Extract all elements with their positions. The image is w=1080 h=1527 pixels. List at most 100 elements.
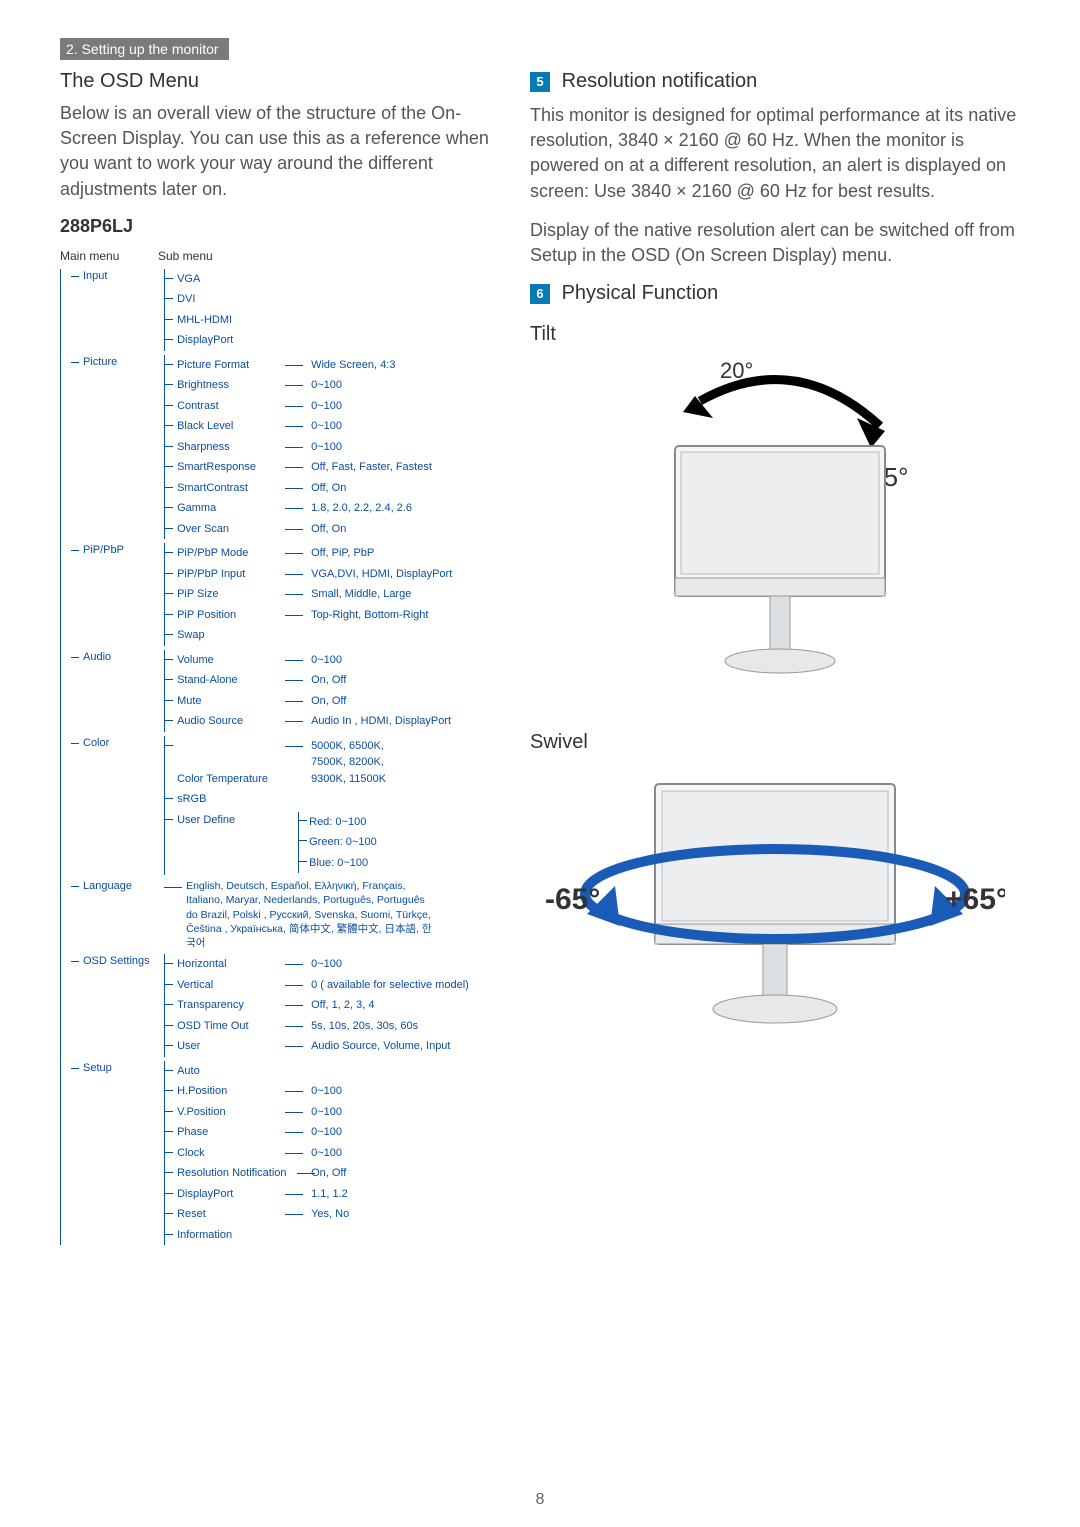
menu-osd-settings-label: OSD Settings (83, 954, 161, 967)
osd-menu-tree: Input VGA DVI MHL-HDMI DisplayPort Pictu… (60, 269, 490, 1245)
pip-size: PiP Size (177, 586, 285, 603)
black-level-val: 0~100 (285, 418, 342, 435)
swivel-figure: -65° +65° (530, 764, 1020, 1069)
picture-format: Picture Format (177, 357, 285, 374)
gamma-val: 1.8, 2.0, 2.2, 2.4, 2.6 (285, 500, 412, 517)
pip-input-val: VGA,DVI, HDMI, DisplayPort (285, 566, 452, 583)
resolution-notification-title: Resolution notification (562, 70, 758, 92)
osd-user: User (177, 1038, 285, 1055)
menu-language-label: Language (83, 879, 161, 892)
smartresponse: SmartResponse (177, 459, 285, 476)
volume: Volume (177, 652, 285, 669)
section-tab: 2. Setting up the monitor (60, 38, 229, 60)
black-level: Black Level (177, 418, 285, 435)
standalone-val: On, Off (285, 672, 346, 689)
input-displayport: DisplayPort (177, 332, 285, 349)
volume-val: 0~100 (285, 652, 342, 669)
menu-color: Color Color Temperature5000K, 6500K, 750… (71, 736, 490, 876)
menu-columns-header: Main menu Sub menu (60, 249, 490, 263)
overscan: Over Scan (177, 521, 285, 538)
physical-function-title: Physical Function (562, 282, 719, 304)
tilt-figure: 20° -5° (530, 356, 1020, 701)
v-position-val: 0~100 (285, 1104, 342, 1121)
pip-size-val: Small, Middle, Large (285, 586, 411, 603)
pip-mode: PiP/PbP Mode (177, 545, 285, 562)
smartcontrast: SmartContrast (177, 480, 285, 497)
h-position-val: 0~100 (285, 1083, 342, 1100)
resolution-p2: Display of the native resolution alert c… (530, 218, 1020, 268)
audio-source: Audio Source (177, 713, 285, 730)
vertical-val: 0 ( available for selective model) (285, 977, 469, 994)
user-define: User Define (177, 812, 285, 829)
menu-audio-label: Audio (83, 650, 161, 663)
input-mhl-hdmi: MHL-HDMI (177, 312, 285, 329)
setup-auto: Auto (177, 1063, 285, 1080)
menu-osd-settings: OSD Settings Horizontal0~100 Vertical0 (… (71, 954, 490, 1057)
smartcontrast-val: Off, On (285, 480, 346, 497)
main-menu-header: Main menu (60, 249, 158, 263)
overscan-val: Off, On (285, 521, 346, 538)
vertical: Vertical (177, 977, 285, 994)
swivel-right-label: +65° (945, 883, 1005, 916)
menu-setup-label: Setup (83, 1061, 161, 1074)
right-column: 5 Resolution notification This monitor i… (530, 70, 1020, 1249)
setup-displayport-val: 1.1, 1.2 (285, 1186, 348, 1203)
sub-menu-header: Sub menu (158, 249, 288, 263)
contrast: Contrast (177, 398, 285, 415)
brightness-val: 0~100 (285, 377, 342, 394)
swivel-heading: Swivel (530, 731, 1020, 754)
swivel-left-label: -65° (545, 883, 600, 916)
model-number: 288P6LJ (60, 216, 490, 237)
clock-val: 0~100 (285, 1145, 342, 1162)
left-column: The OSD Menu Below is an overall view of… (60, 70, 490, 1249)
sharpness-val: 0~100 (285, 439, 342, 456)
sharpness: Sharpness (177, 439, 285, 456)
resolution-notification: Resolution Notification (177, 1165, 297, 1182)
input-vga: VGA (177, 271, 285, 288)
phase-val: 0~100 (285, 1124, 342, 1141)
information: Information (177, 1227, 285, 1244)
user-define-blue: Blue: 0~100 (309, 853, 377, 874)
color-temp: Color Temperature (177, 771, 285, 788)
audio-source-val: Audio In , HDMI, DisplayPort (285, 713, 451, 730)
mute-val: On, Off (285, 693, 346, 710)
mute: Mute (177, 693, 285, 710)
reset-val: Yes, No (285, 1206, 349, 1223)
pip-input: PiP/PbP Input (177, 566, 285, 583)
h-position: H.Position (177, 1083, 285, 1100)
menu-pip-label: PiP/PbP (83, 543, 161, 556)
tilt-up-label: 20° (720, 358, 753, 383)
menu-audio: Audio Volume0~100 Stand-AloneOn, Off Mut… (71, 650, 490, 732)
menu-pip: PiP/PbP PiP/PbP ModeOff, PiP, PbP PiP/Pb… (71, 543, 490, 646)
osd-title: The OSD Menu (60, 70, 490, 93)
menu-input: Input VGA DVI MHL-HDMI DisplayPort (71, 269, 490, 351)
osd-timeout-val: 5s, 10s, 20s, 30s, 60s (285, 1018, 418, 1035)
osd-user-val: Audio Source, Volume, Input (285, 1038, 450, 1055)
input-dvi: DVI (177, 291, 285, 308)
menu-picture-label: Picture (83, 355, 161, 368)
pip-position: PiP Position (177, 607, 285, 624)
resolution-p1: This monitor is designed for optimal per… (530, 103, 1020, 204)
smartresponse-val: Off, Fast, Faster, Fastest (285, 459, 432, 476)
v-position: V.Position (177, 1104, 285, 1121)
standalone: Stand-Alone (177, 672, 285, 689)
step-6-icon: 6 (530, 284, 550, 304)
horizontal-val: 0~100 (285, 956, 342, 973)
picture-format-val: Wide Screen, 4:3 (285, 357, 395, 374)
step-5-icon: 5 (530, 72, 550, 92)
pip-mode-val: Off, PiP, PbP (285, 545, 374, 562)
menu-color-label: Color (83, 736, 161, 749)
transparency: Transparency (177, 997, 285, 1014)
pip-swap: Swap (177, 627, 285, 644)
pip-position-val: Top-Right, Bottom-Right (285, 607, 428, 624)
phase: Phase (177, 1124, 285, 1141)
physical-function-heading: 6 Physical Function (530, 282, 1020, 305)
horizontal: Horizontal (177, 956, 285, 973)
menu-language: Language English, Deutsch, Español, Ελλη… (71, 879, 490, 950)
contrast-val: 0~100 (285, 398, 342, 415)
color-temp-val: 5000K, 6500K, 7500K, 8200K, 9300K, 11500… (285, 738, 415, 788)
reset: Reset (177, 1206, 285, 1223)
gamma: Gamma (177, 500, 285, 517)
osd-intro: Below is an overall view of the structur… (60, 101, 490, 202)
menu-picture: Picture Picture FormatWide Screen, 4:3 B… (71, 355, 490, 540)
